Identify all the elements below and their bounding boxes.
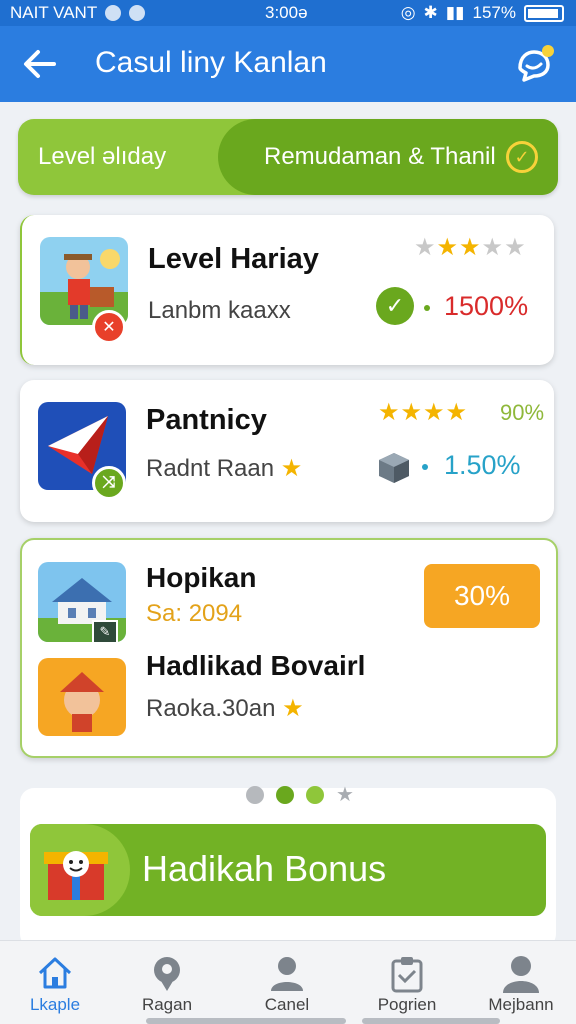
card-value: 1500% — [444, 291, 529, 321]
battery-percent: 157% — [472, 3, 516, 22]
star-icon: ★ — [414, 234, 437, 261]
bonus-label: Hadikah Bonus — [142, 848, 387, 889]
card-subtitle: Lanbm kaaxx — [148, 297, 291, 324]
battery-icon — [524, 4, 564, 22]
clipboard-icon — [391, 957, 423, 993]
page-title: Casul liny Kanlan — [95, 46, 327, 79]
arrow-left-icon — [24, 50, 56, 78]
nav-item-pogrien[interactable]: Pogrien — [352, 941, 462, 1024]
star-icon: ★ — [436, 234, 460, 261]
star-icon: ★ — [378, 399, 401, 426]
nav-label: Canel — [264, 995, 310, 1014]
star-icon: ★ — [400, 399, 424, 426]
status-bar: NAIT VANT 3:00ə ◎ ✱ ▮▮ 157% — [0, 0, 576, 26]
person-icon — [271, 957, 303, 991]
card-title: Level Hariay — [148, 243, 319, 275]
tab-label: Remudaman & Thanil — [264, 143, 496, 170]
app-bar: Casul liny Kanlan — [0, 26, 576, 102]
star-icon: ★ — [459, 234, 482, 261]
shuffle-badge-icon: ⤨ — [92, 466, 126, 500]
nav-label: Ragan — [141, 995, 193, 1014]
star-icon: ★ — [504, 234, 527, 261]
nav-item-mejbann[interactable]: Mejbann — [466, 941, 576, 1024]
search-pin-icon — [154, 957, 180, 991]
offer-card[interactable]: ✎ Hopikan Sa: 2094 30% Hadlikad Bovairl … — [20, 538, 558, 758]
bluetooth-icon: ✱ — [423, 3, 438, 22]
alarm-icon: ◎ — [400, 3, 416, 22]
pager-dot-active[interactable] — [276, 785, 294, 804]
pager-dot[interactable] — [306, 785, 324, 804]
offer-title: Hadlikad Bovairl — [146, 650, 366, 681]
offer-title: Hopikan — [146, 562, 257, 593]
pager-dot[interactable] — [246, 785, 264, 804]
discount-text: 30% — [453, 580, 511, 611]
offer-subtitle: Raoka.30an ★ — [146, 694, 304, 723]
bonus-button[interactable]: Hadikah Bonus — [30, 824, 546, 916]
star-icon: ★ — [445, 399, 469, 426]
subtitle-text: Radnt Raan — [146, 455, 275, 482]
nav-label: Mejbann — [488, 995, 554, 1014]
rating-text: 90% — [500, 400, 545, 425]
home-indicator — [362, 1018, 500, 1024]
offer-price: Sa: 2094 — [146, 600, 243, 627]
nav-item-home[interactable]: Lkaple — [0, 941, 110, 1024]
home-indicator — [146, 1018, 346, 1024]
pantnicy-card[interactable]: ⤨ Pantnicy Radnt Raan ★ ★★★★ 90% 1.50% — [20, 380, 554, 522]
back-button[interactable] — [20, 44, 60, 84]
cube-icon — [376, 450, 412, 491]
chat-button[interactable] — [512, 42, 556, 86]
separator-dot — [424, 305, 430, 311]
character-image — [38, 658, 126, 736]
tab-rewards[interactable]: Remudaman & Thanil ✓ — [218, 119, 558, 195]
star-icon[interactable]: ★ — [336, 782, 354, 807]
level-card[interactable]: ✕ Level Hariay Lanbm kaaxx ★★★★★ ✓ 1500% — [20, 215, 554, 365]
nav-item-canel[interactable]: Canel — [232, 941, 342, 1024]
star-icon: ★ — [481, 234, 505, 261]
separator-dot — [422, 464, 428, 470]
status-time: 3:00ə — [265, 3, 308, 22]
check-circle-icon: ✓ — [506, 141, 538, 173]
tab-level-daily[interactable]: Level ǝlıday — [18, 119, 218, 195]
card-title: Pantnicy — [146, 404, 267, 436]
nav-item-ragan[interactable]: Ragan — [112, 941, 222, 1024]
star-icon: ★ — [282, 695, 304, 722]
discount-badge[interactable]: 30% — [424, 564, 540, 628]
sunglasses-icon — [129, 5, 146, 21]
card-subtitle: Radnt Raan ★ — [146, 454, 302, 483]
card-value: 1.50% — [444, 450, 521, 480]
notification-icon — [105, 5, 122, 21]
tab-label: Level ǝlıday — [38, 143, 167, 170]
carrier-label: NAIT VANT — [10, 3, 98, 22]
home-icon — [38, 957, 72, 989]
edit-badge-icon: ✎ — [92, 620, 118, 644]
signal-icon: ▮▮ — [445, 3, 465, 22]
gift-icon — [30, 824, 130, 916]
check-circle-icon: ✓ — [376, 287, 414, 325]
nav-label: Pogrien — [377, 995, 437, 1014]
star-rating: ★★★★ — [378, 398, 468, 427]
subtitle-text: Raoka.30an — [146, 695, 276, 722]
segmented-control: Level ǝlıday Remudaman & Thanil ✓ — [18, 119, 558, 195]
star-icon: ★ — [280, 455, 303, 482]
star-rating: ★★★★★ — [414, 233, 527, 262]
nav-label: Lkaple — [29, 995, 81, 1014]
chat-bubble-icon — [518, 45, 554, 82]
star-icon: ★ — [423, 399, 446, 426]
game-badge-icon: ✕ — [92, 310, 126, 344]
bottom-navigation: Lkaple Ragan Canel Pogrien Mejbann — [0, 940, 576, 1024]
profile-icon — [503, 956, 539, 993]
page-indicator: ★ — [246, 782, 354, 807]
